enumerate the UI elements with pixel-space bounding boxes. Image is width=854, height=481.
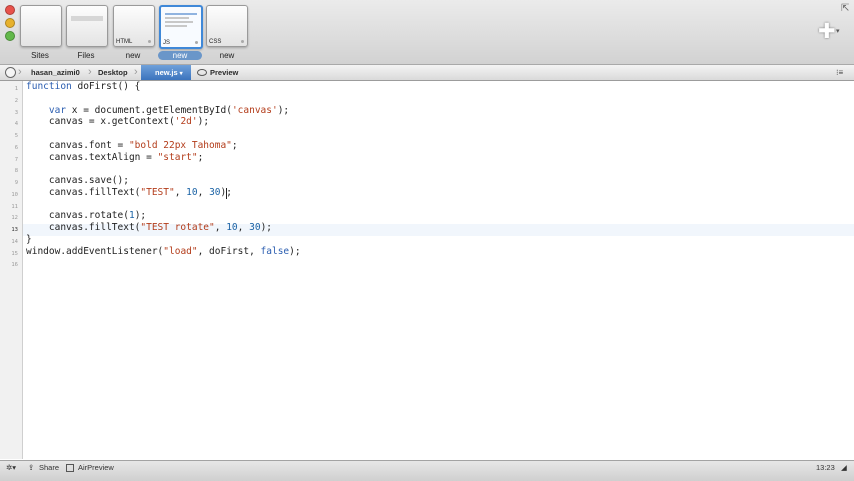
status-bar: ✲▾ ⇪ Share AirPreview 13:23 ◢: [0, 460, 854, 481]
close-window-button[interactable]: [5, 5, 15, 15]
line-number: 9: [14, 180, 18, 186]
clock-time: 13:23: [816, 463, 835, 472]
sites-thumbnail[interactable]: [20, 5, 62, 47]
line-number: 10: [11, 191, 18, 198]
css-tag: CSS: [209, 39, 222, 45]
line-number: 2: [14, 97, 18, 104]
list-menu-icon[interactable]: ⁝≡: [836, 65, 843, 80]
path-separator-icon: ›: [88, 66, 92, 78]
title-bar: Sites Files HTML new JS new CSS new ⇱ ✚ …: [0, 0, 854, 65]
css-doc-thumbnail[interactable]: CSS: [206, 5, 248, 47]
line-number: 5: [14, 133, 18, 139]
close-dot-icon[interactable]: [195, 41, 198, 44]
line-number: 1: [14, 86, 18, 92]
collapse-arrow-icon[interactable]: ⇱: [841, 3, 849, 14]
line-number: 8: [14, 168, 18, 175]
gear-icon[interactable]: ✲▾: [6, 461, 16, 474]
eye-icon: [197, 69, 207, 76]
line-number: 4: [14, 121, 18, 128]
sites-label[interactable]: Sites: [18, 51, 62, 60]
airpreview-checkbox[interactable]: [66, 464, 74, 472]
js-doc-thumbnail[interactable]: JS: [159, 5, 203, 49]
line-number: 16: [11, 262, 18, 269]
path-bar: › hasan_azimi0 › Desktop › new.js ▾ Previ…: [0, 65, 854, 81]
close-dot-icon[interactable]: [241, 40, 244, 43]
code-text[interactable]: function doFirst() { var x = document.ge…: [26, 81, 301, 257]
files-label[interactable]: Files: [64, 51, 108, 60]
path-separator-icon: ›: [134, 66, 138, 78]
airpreview-label[interactable]: AirPreview: [78, 461, 114, 474]
line-number: 6: [14, 144, 18, 151]
line-number: 3: [14, 109, 18, 116]
file-name: new.js: [155, 68, 178, 77]
chevron-down-icon[interactable]: ▾: [836, 27, 840, 35]
line-number: 7: [14, 156, 18, 163]
line-number: 11: [11, 203, 18, 210]
share-button[interactable]: Share: [39, 461, 59, 474]
plus-icon[interactable]: ✚: [818, 21, 836, 42]
zoom-window-button[interactable]: [5, 31, 15, 41]
css-doc-label[interactable]: new: [205, 51, 249, 60]
js-doc-label[interactable]: new: [158, 51, 202, 60]
files-thumbnail[interactable]: [66, 5, 108, 47]
line-number: 15: [11, 250, 18, 257]
line-number: 13: [11, 227, 18, 233]
chevron-down-icon: ▾: [179, 71, 183, 77]
html-doc-thumbnail[interactable]: HTML: [113, 5, 155, 47]
share-icon: ⇪: [28, 463, 35, 472]
breadcrumb-desktop[interactable]: Desktop: [96, 65, 130, 80]
code-editor[interactable]: function doFirst() { var x = document.ge…: [23, 81, 854, 459]
line-number-gutter: 1 2 3 4 5 6 7 8 9 10 11 12 13 14 15 16: [0, 81, 23, 459]
html-tag: HTML: [116, 39, 133, 45]
breadcrumb-file[interactable]: new.js ▾: [141, 65, 191, 80]
js-tag: JS: [163, 40, 171, 46]
path-separator-icon: ›: [18, 66, 22, 78]
line-number: 14: [11, 238, 18, 245]
preview-button[interactable]: Preview: [208, 65, 240, 80]
text-cursor: [226, 188, 227, 199]
resize-grip-icon[interactable]: ◢: [841, 461, 847, 474]
minimize-window-button[interactable]: [5, 18, 15, 28]
line-number: 12: [11, 215, 18, 222]
breadcrumb-user[interactable]: hasan_azimi0: [29, 65, 82, 80]
html-doc-label[interactable]: new: [111, 51, 155, 60]
site-icon[interactable]: [5, 67, 16, 78]
close-dot-icon[interactable]: [148, 40, 151, 43]
